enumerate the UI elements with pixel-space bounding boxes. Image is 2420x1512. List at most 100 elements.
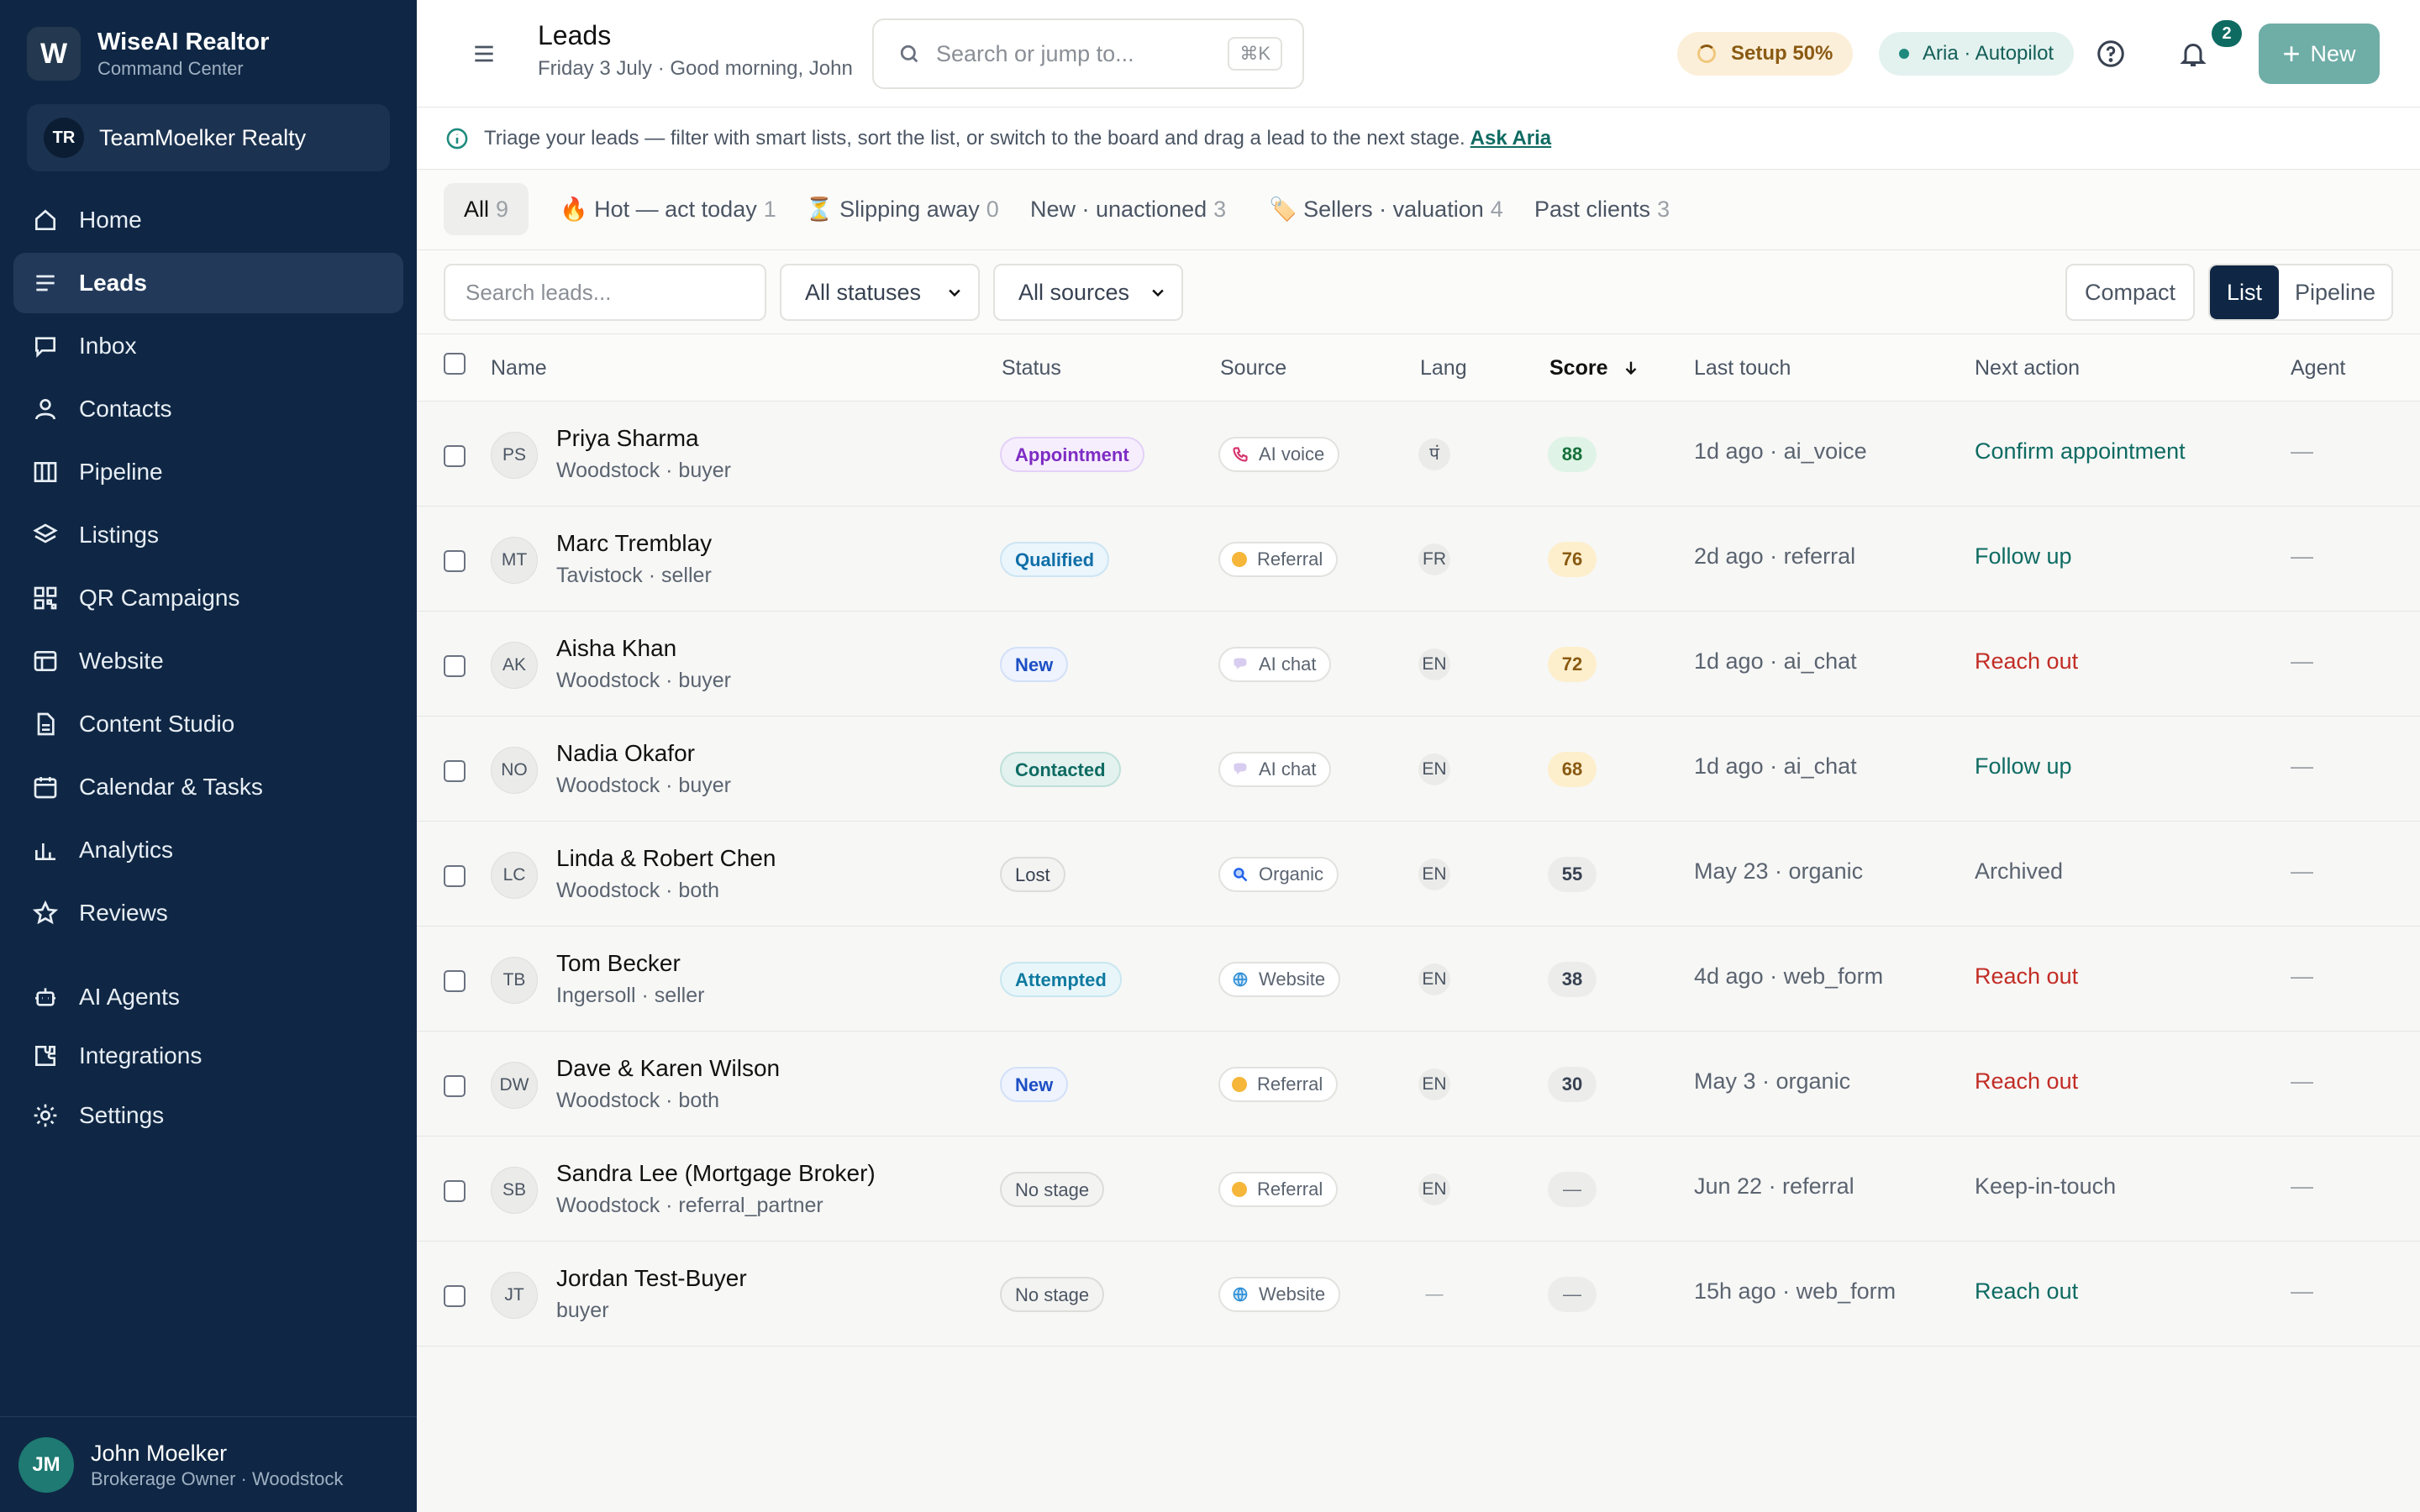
table-row[interactable]: PS Priya Sharma Woodstock · buyer Appointme…: [417, 402, 2420, 507]
setup-progress-pill[interactable]: Setup 50%: [1677, 32, 1854, 76]
table-row[interactable]: LC Linda & Robert Chen Woodstock · both Los…: [417, 822, 2420, 927]
tab-past-clients[interactable]: Past clients 3: [1514, 183, 1690, 235]
column-header-last-touch[interactable]: Last touch: [1694, 356, 1791, 381]
table-row[interactable]: MT Marc Tremblay Tavistock · seller Qualifi…: [417, 507, 2420, 612]
view-pipeline-button[interactable]: Pipeline: [2279, 265, 2391, 319]
bell-icon[interactable]: [2178, 39, 2208, 69]
source-label: AI voice: [1259, 444, 1325, 465]
menu-icon[interactable]: [471, 40, 497, 67]
sidebar-item-contacts[interactable]: Contacts: [13, 379, 403, 439]
ask-aria-link[interactable]: Ask Aria: [1470, 127, 1552, 150]
sidebar-item-label: Content Studio: [79, 711, 235, 737]
row-checkbox[interactable]: [444, 1285, 466, 1307]
lead-name[interactable]: Dave & Karen Wilson: [556, 1055, 780, 1082]
tab-sellers-valuation[interactable]: 🏷️ Sellers · valuation 4: [1249, 183, 1523, 235]
agent-value: —: [2291, 753, 2313, 779]
home-icon: [35, 209, 55, 230]
status-filter-select[interactable]: All statuses: [780, 264, 980, 321]
row-checkbox[interactable]: [444, 970, 466, 992]
sidebar: W WiseAI Realtor Command Center TR TeamM…: [0, 0, 417, 1512]
source-label: Referral: [1257, 1074, 1323, 1095]
sidebar-item-integrations[interactable]: Integrations: [13, 1026, 403, 1086]
table-row[interactable]: NO Nadia Okafor Woodstock · buyer Contacted…: [417, 717, 2420, 822]
table-row[interactable]: DW Dave & Karen Wilson Woodstock · both New…: [417, 1032, 2420, 1137]
column-header-next-action[interactable]: Next action: [1975, 356, 2080, 381]
compact-toggle-button[interactable]: Compact: [2065, 264, 2195, 321]
info-banner: Triage your leads — filter with smart li…: [417, 108, 2420, 170]
sidebar-item-label: Analytics: [79, 837, 174, 863]
table-row[interactable]: JT Jordan Test-Buyer buyer No stage Website —…: [417, 1242, 2420, 1347]
next-action-link[interactable]: Follow up: [1975, 753, 2072, 780]
tab-all[interactable]: All 9: [444, 183, 529, 235]
tab-slipping-away[interactable]: ⏳ Slipping away 0: [785, 183, 1019, 235]
lead-name[interactable]: Priya Sharma: [556, 425, 699, 452]
column-header-score[interactable]: Score: [1549, 356, 1640, 381]
row-checkbox[interactable]: [444, 655, 466, 677]
brand[interactable]: W WiseAI Realtor Command Center: [27, 27, 269, 81]
sidebar-item-label: Listings: [79, 522, 159, 548]
source-badge: Website: [1218, 962, 1341, 997]
row-checkbox[interactable]: [444, 445, 466, 467]
tab-new-unactioned[interactable]: New · unactioned 3: [1010, 183, 1246, 235]
lead-name[interactable]: Linda & Robert Chen: [556, 845, 776, 872]
sidebar-item-listings[interactable]: Listings: [13, 505, 403, 565]
sidebar-item-ai-agents[interactable]: AI Agents: [13, 967, 403, 1027]
new-button[interactable]: + New: [2259, 24, 2380, 84]
sidebar-item-inbox[interactable]: Inbox: [13, 316, 403, 376]
sidebar-item-home[interactable]: Home: [13, 190, 403, 250]
sidebar-item-label: AI Agents: [79, 984, 180, 1010]
next-action-link[interactable]: Reach out: [1975, 963, 2078, 990]
column-header-source[interactable]: Source: [1220, 356, 1286, 381]
lead-name[interactable]: Marc Tremblay: [556, 530, 712, 557]
sidebar-item-website[interactable]: Website: [13, 631, 403, 691]
aria-label: Aria · Autopilot: [1923, 42, 2054, 65]
sidebar-item-leads[interactable]: Leads: [13, 253, 403, 313]
sidebar-item-qr-campaigns[interactable]: QR Campaigns: [13, 568, 403, 628]
column-header-status[interactable]: Status: [1002, 356, 1061, 381]
sidebar-item-label: Reviews: [79, 900, 168, 926]
lead-name[interactable]: Tom Becker: [556, 950, 681, 977]
table-row[interactable]: AK Aisha Khan Woodstock · buyer New AI chat E…: [417, 612, 2420, 717]
help-icon[interactable]: [2096, 39, 2126, 69]
row-checkbox[interactable]: [444, 550, 466, 572]
sidebar-item-settings[interactable]: Settings: [13, 1085, 403, 1146]
sidebar-item-reviews[interactable]: Reviews: [13, 883, 403, 943]
next-action-link[interactable]: Follow up: [1975, 543, 2072, 570]
column-header-lang[interactable]: Lang: [1420, 356, 1467, 381]
row-checkbox[interactable]: [444, 1180, 466, 1202]
next-action-link[interactable]: Reach out: [1975, 1278, 2078, 1305]
sidebar-item-pipeline[interactable]: Pipeline: [13, 442, 403, 502]
team-switcher[interactable]: TR TeamMoelker Realty: [27, 104, 390, 171]
agent-value: —: [2291, 438, 2313, 464]
next-action-link[interactable]: Reach out: [1975, 648, 2078, 675]
next-action-link[interactable]: Reach out: [1975, 1068, 2078, 1095]
row-checkbox[interactable]: [444, 1075, 466, 1097]
lead-name[interactable]: Nadia Okafor: [556, 740, 695, 767]
next-action-link[interactable]: Keep-in-touch: [1975, 1173, 2116, 1200]
row-checkbox[interactable]: [444, 760, 466, 782]
next-action-link[interactable]: Confirm appointment: [1975, 438, 2186, 465]
lead-name[interactable]: Jordan Test-Buyer: [556, 1265, 747, 1292]
select-all-checkbox[interactable]: [444, 353, 466, 375]
user-profile[interactable]: JM John Moelker Brokerage Owner · Woodst…: [0, 1416, 417, 1512]
sidebar-item-calendar[interactable]: Calendar & Tasks: [13, 757, 403, 817]
column-header-name[interactable]: Name: [491, 356, 547, 381]
global-search-input[interactable]: Search or jump to... ⌘K: [872, 18, 1304, 89]
lead-name[interactable]: Sandra Lee (Mortgage Broker): [556, 1160, 876, 1187]
table-row[interactable]: SB Sandra Lee (Mortgage Broker) Woodstock …: [417, 1137, 2420, 1242]
source-badge: AI chat: [1218, 752, 1332, 787]
tab-hot[interactable]: 🔥 Hot — act today 1: [539, 183, 797, 235]
lead-search-input[interactable]: Search leads...: [444, 264, 766, 321]
column-header-agent[interactable]: Agent: [2291, 356, 2345, 381]
table-row[interactable]: TB Tom Becker Ingersoll · seller Attempted W…: [417, 927, 2420, 1032]
source-filter-select[interactable]: All sources: [993, 264, 1183, 321]
score-badge: 72: [1548, 647, 1597, 682]
row-checkbox[interactable]: [444, 865, 466, 887]
sidebar-item-content-studio[interactable]: Content Studio: [13, 694, 403, 754]
next-action-link[interactable]: Archived: [1975, 858, 2063, 885]
status-badge: New: [1000, 647, 1069, 682]
view-list-button[interactable]: List: [2210, 265, 2279, 319]
aria-autopilot-pill[interactable]: Aria · Autopilot: [1879, 32, 2075, 76]
sidebar-item-analytics[interactable]: Analytics: [13, 820, 403, 880]
lead-name[interactable]: Aisha Khan: [556, 635, 676, 662]
